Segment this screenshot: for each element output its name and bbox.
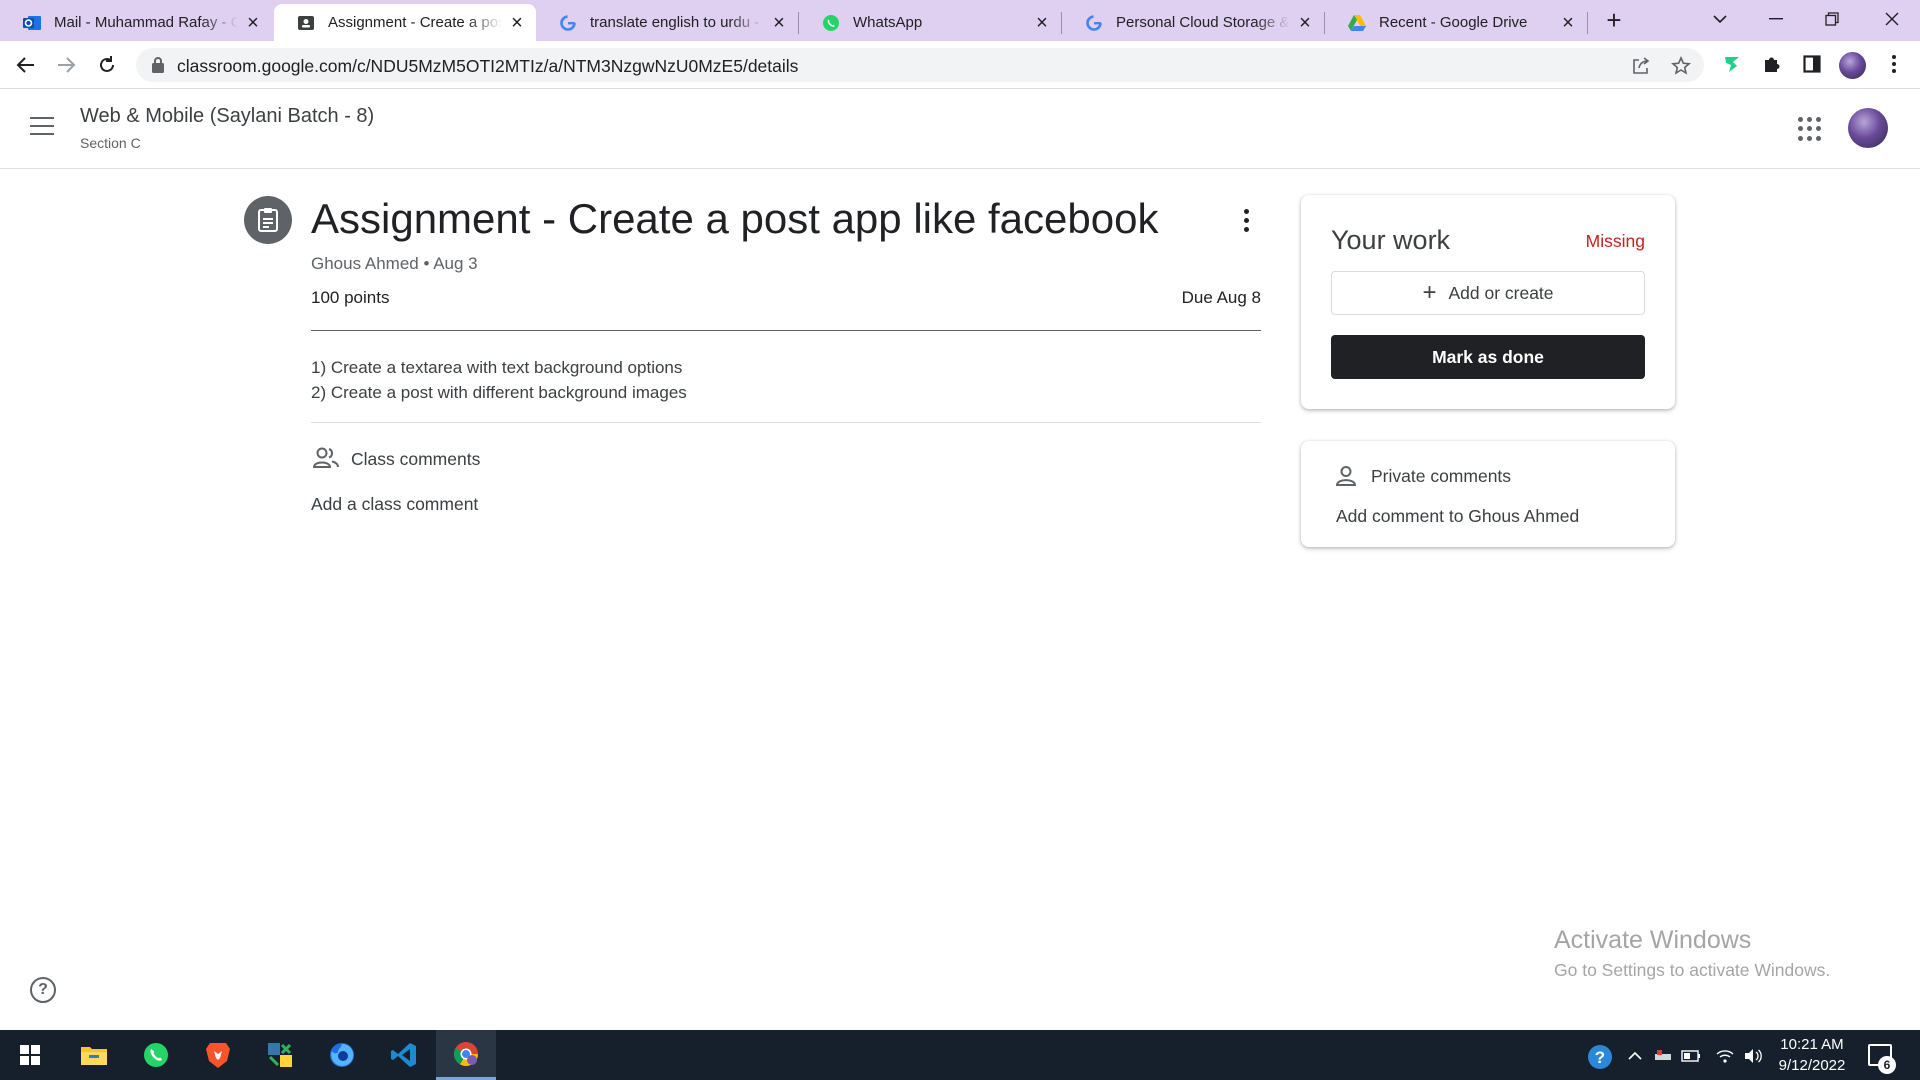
person-icon: [1335, 465, 1357, 487]
svg-text:?: ?: [1595, 1048, 1605, 1067]
close-tab-icon[interactable]: ×: [244, 13, 262, 33]
address-bar[interactable]: classroom.google.com/c/NDU5MzM5OTI2MTIz/…: [136, 48, 1704, 82]
assignment-points: 100 points: [311, 288, 390, 307]
outlook-icon: [22, 13, 42, 33]
divider: [311, 422, 1261, 423]
assignment-meta: Ghous Ahmed • Aug 3: [311, 254, 478, 273]
close-tab-icon[interactable]: ×: [1559, 13, 1577, 33]
main-menu-icon[interactable]: [30, 117, 54, 137]
new-tab-button[interactable]: +: [1600, 7, 1628, 35]
activate-windows-title: Activate Windows: [1554, 926, 1752, 954]
reload-icon[interactable]: [93, 51, 121, 79]
battery-icon[interactable]: [1680, 1045, 1702, 1067]
google-icon: [558, 13, 578, 33]
private-comments-card: Private comments Add comment to Ghous Ah…: [1301, 441, 1675, 547]
tab-cloud-storage[interactable]: Personal Cloud Storage & F ×: [1062, 4, 1324, 41]
python-idle-icon[interactable]: [250, 1030, 310, 1080]
whatsapp-icon: [821, 13, 841, 33]
drive-icon: [1347, 13, 1367, 33]
close-window-icon[interactable]: [1864, 0, 1920, 38]
file-explorer-icon[interactable]: [64, 1030, 124, 1080]
network-drive-icon[interactable]: [1652, 1045, 1674, 1067]
wifi-icon[interactable]: [1714, 1045, 1736, 1067]
tab-mail[interactable]: Mail - Muhammad Rafay - O ×: [0, 4, 272, 41]
status-badge: Missing: [1585, 231, 1645, 251]
chrome-menu-icon[interactable]: [1881, 51, 1907, 77]
course-name[interactable]: Web & Mobile (Saylani Batch - 8): [80, 105, 374, 128]
whatsapp-icon[interactable]: [126, 1030, 186, 1080]
your-work-card: Your work Missing + Add or create Mark a…: [1301, 195, 1675, 409]
lock-icon[interactable]: [152, 57, 164, 73]
puzzle-extensions-icon[interactable]: [1759, 51, 1785, 77]
windows-start-icon[interactable]: [0, 1030, 60, 1080]
clock-time: 10:21 AM: [1780, 1036, 1844, 1053]
firefox-icon[interactable]: [312, 1030, 372, 1080]
instruction-line: 1) Create a textarea with text backgroun…: [311, 358, 683, 377]
close-tab-icon[interactable]: ×: [508, 13, 526, 33]
add-or-create-button[interactable]: + Add or create: [1331, 271, 1645, 315]
mark-as-done-button[interactable]: Mark as done: [1331, 335, 1645, 379]
plus-icon: +: [1422, 279, 1437, 306]
system-clock[interactable]: 10:21 AM 9/12/2022: [1770, 1034, 1854, 1076]
back-arrow-icon[interactable]: [12, 51, 40, 79]
volume-icon[interactable]: [1742, 1045, 1764, 1067]
google-icon: [1084, 13, 1104, 33]
classroom-header: Web & Mobile (Saylani Batch - 8) Section…: [0, 89, 1920, 169]
clock-date: 9/12/2022: [1778, 1057, 1846, 1074]
private-comments-label: Private comments: [1371, 466, 1512, 486]
classroom-icon: [296, 13, 316, 33]
more-options-icon[interactable]: [1236, 206, 1256, 234]
profile-avatar[interactable]: [1839, 52, 1866, 79]
tab-search-chevron-icon[interactable]: [1692, 0, 1748, 38]
course-section: Section C: [80, 135, 141, 151]
chrome-icon[interactable]: [436, 1030, 496, 1080]
account-avatar[interactable]: [1848, 108, 1888, 148]
divider: [311, 330, 1261, 331]
assignment-icon: [244, 196, 292, 244]
class-comments-label: Class comments: [351, 449, 481, 469]
url-text[interactable]: classroom.google.com/c/NDU5MzM5OTI2MTIz/…: [177, 56, 798, 77]
tab-google-drive[interactable]: Recent - Google Drive ×: [1325, 4, 1587, 41]
add-private-comment-link[interactable]: Add comment to Ghous Ahmed: [1336, 506, 1579, 527]
close-tab-icon[interactable]: ×: [770, 13, 788, 33]
bookmark-star-icon[interactable]: [1670, 55, 1692, 77]
forward-arrow-icon[interactable]: [52, 51, 80, 79]
assignment-title: Assignment - Create a post app like face…: [311, 195, 1159, 242]
vscode-icon[interactable]: [374, 1030, 434, 1080]
your-work-title: Your work: [1331, 225, 1451, 255]
browser-tab-strip: Mail - Muhammad Rafay - O × Assignment -…: [0, 0, 1920, 41]
tab-assignment[interactable]: Assignment - Create a post ×: [274, 4, 536, 41]
notification-count-badge: 6: [1878, 1056, 1896, 1074]
windows-taskbar: ? 10:21 AM 9/12/2022 6: [0, 1030, 1920, 1080]
close-tab-icon[interactable]: ×: [1033, 13, 1051, 33]
assignment-instructions: 1) Create a textarea with text backgroun…: [311, 355, 687, 405]
help-tray-icon[interactable]: ?: [1586, 1043, 1614, 1071]
extension-icon[interactable]: [1719, 51, 1745, 77]
assignment-due-date: Due Aug 8: [1181, 288, 1261, 307]
close-tab-icon[interactable]: ×: [1296, 13, 1314, 33]
people-icon: [312, 446, 340, 470]
side-panel-icon[interactable]: [1799, 51, 1825, 77]
share-icon[interactable]: [1630, 55, 1652, 77]
minimize-icon[interactable]: [1748, 0, 1804, 38]
chevron-up-icon[interactable]: [1624, 1045, 1646, 1067]
add-or-create-label: Add or create: [1448, 282, 1554, 303]
brave-icon[interactable]: [188, 1030, 248, 1080]
restore-icon[interactable]: [1804, 0, 1860, 38]
add-class-comment-link[interactable]: Add a class comment: [311, 494, 478, 515]
browser-toolbar: classroom.google.com/c/NDU5MzM5OTI2MTIz/…: [0, 41, 1920, 89]
help-icon[interactable]: ?: [30, 977, 56, 1003]
google-apps-icon[interactable]: [1798, 117, 1822, 141]
activate-windows-hint: Go to Settings to activate Windows.: [1554, 960, 1831, 980]
tab-translate[interactable]: translate english to urdu - G ×: [536, 4, 798, 41]
instruction-line: 2) Create a post with different backgrou…: [311, 383, 687, 402]
tab-whatsapp[interactable]: WhatsApp ×: [799, 4, 1061, 41]
